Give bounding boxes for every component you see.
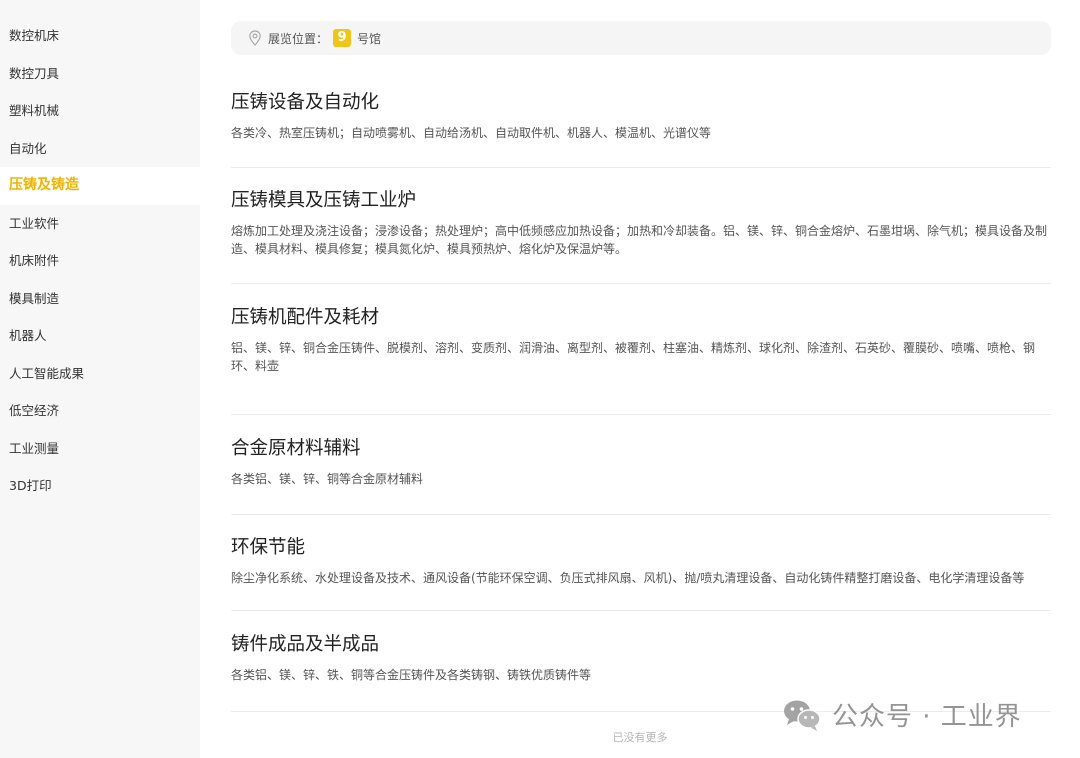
section-title: 环保节能 xyxy=(231,537,306,558)
sidebar-item[interactable]: 机床附件 xyxy=(0,242,200,280)
category-list: 数控机床 数控刀具 塑料机械 自动化 压铸及铸造 工业软件 机床附件 模具制造 机器人 人工智能成… xyxy=(0,0,200,505)
category-section: 压铸机配件及耗材 铝、镁、锌、铜合金压铸件、脱模剂、溶剂、变质剂、润滑油、离型剂… xyxy=(231,307,1051,415)
wechat-logo-icon xyxy=(784,700,821,731)
section-description: 铝、镁、锌、铜合金压铸件、脱模剂、溶剂、变质剂、润滑油、离型剂、被覆剂、柱塞油、… xyxy=(231,341,1036,373)
section-title: 合金原材料辅料 xyxy=(231,438,361,459)
location-pin-icon xyxy=(249,30,261,46)
category-section: 合金原材料辅料 各类铝、镁、锌、铜等合金原材辅料 xyxy=(231,438,1051,515)
sidebar-item[interactable]: 3D打印 xyxy=(0,467,200,505)
exhibition-location-bar: 展览位置： 9 号馆 xyxy=(231,21,1051,55)
main-content: 展览位置： 9 号馆 压铸设备及自动化 各类冷、热室压铸机；自动喷雾机、自动给汤… xyxy=(200,0,1080,758)
sidebar-item[interactable]: 数控机床 xyxy=(0,17,200,55)
sidebar-item[interactable]: 模具制造 xyxy=(0,280,200,318)
sidebar-item[interactable]: 机器人 xyxy=(0,317,200,355)
section-description: 除尘净化系统、水处理设备及技术、通风设备(节能环保空调、负压式排风扇、风机)、抛… xyxy=(231,571,1025,585)
sidebar-item[interactable]: 塑料机械 xyxy=(0,92,200,130)
section-title: 铸件成品及半成品 xyxy=(231,634,380,655)
section-title: 压铸模具及压铸工业炉 xyxy=(231,190,417,211)
sidebar-item[interactable]: 人工智能成果 xyxy=(0,355,200,393)
section-description: 熔炼加工处理及浇注设备；浸渗设备；热处理炉；高中低频感应加热设备；加热和冷却装备… xyxy=(231,224,1048,256)
sidebar-item[interactable]: 数控刀具 xyxy=(0,55,200,93)
sidebar-item[interactable]: 工业测量 xyxy=(0,430,200,468)
sidebar-item[interactable]: 工业软件 xyxy=(0,205,200,243)
category-section: 环保节能 除尘净化系统、水处理设备及技术、通风设备(节能环保空调、负压式排风扇、… xyxy=(231,537,1051,611)
section-title: 压铸设备及自动化 xyxy=(231,92,380,113)
section-description: 各类冷、热室压铸机；自动喷雾机、自动给汤机、自动取件机、机器人、模温机、光谱仪等 xyxy=(231,126,712,140)
category-section: 压铸模具及压铸工业炉 熔炼加工处理及浇注设备；浸渗设备；热处理炉；高中低频感应加… xyxy=(231,190,1051,284)
sidebar-item[interactable]: 压铸及铸造 xyxy=(0,167,200,205)
section-description: 各类铝、镁、锌、铁、铜等合金压铸件及各类铸钢、铸铁优质铸件等 xyxy=(231,668,592,682)
category-section: 压铸设备及自动化 各类冷、热室压铸机；自动喷雾机、自动给汤机、自动取件机、机器人… xyxy=(231,92,1051,168)
watermark: 公众号 · 工业界 xyxy=(782,696,1022,733)
section-description: 各类铝、镁、锌、铜等合金原材辅料 xyxy=(231,472,424,486)
location-label: 展览位置： xyxy=(268,31,329,46)
watermark-text: 公众号 · 工业界 xyxy=(832,702,1022,732)
section-title: 压铸机配件及耗材 xyxy=(231,307,380,328)
category-sidebar: 数控机床 数控刀具 塑料机械 自动化 压铸及铸造 工业软件 机床附件 模具制造 机器人 人工智能成… xyxy=(0,0,200,758)
hall-suffix: 号馆 xyxy=(357,31,382,46)
sidebar-item[interactable]: 低空经济 xyxy=(0,392,200,430)
hall-number-badge: 9 xyxy=(333,29,352,47)
sidebar-item[interactable]: 自动化 xyxy=(0,130,200,168)
